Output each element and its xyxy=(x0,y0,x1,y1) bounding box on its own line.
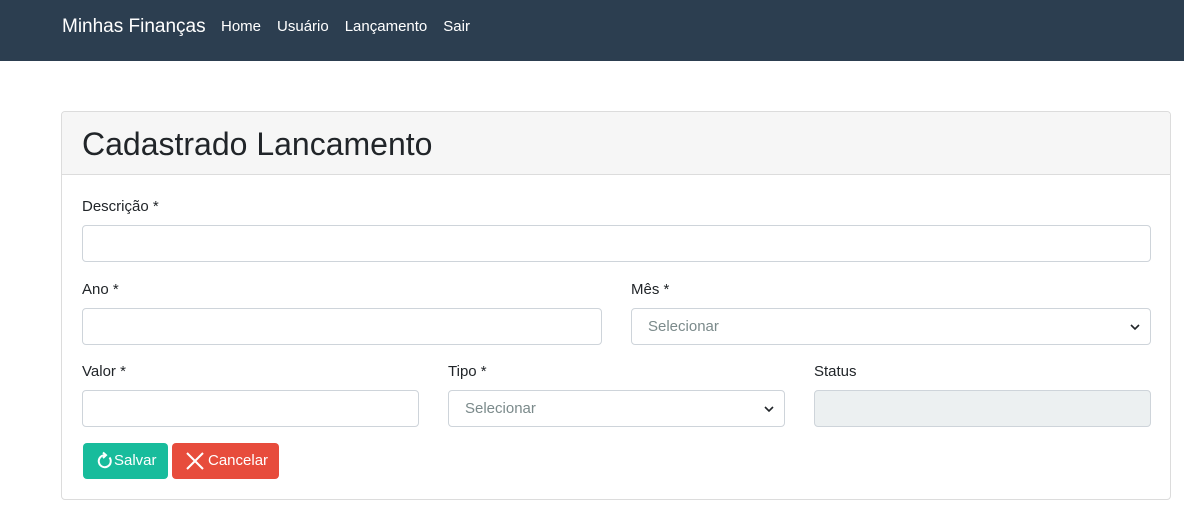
chevron-down-icon xyxy=(1130,324,1140,331)
brand-link[interactable]: Minhas Finanças xyxy=(62,15,206,39)
save-button-label: Salvar xyxy=(114,452,157,469)
ano-label: Ano * xyxy=(82,281,119,298)
save-button[interactable]: Salvar xyxy=(83,443,168,479)
nav-link-lancamento[interactable]: Lançamento xyxy=(345,17,428,37)
card-header: Cadastrado Lancamento xyxy=(62,112,1170,175)
nav-links: Home Usuário Lançamento Sair xyxy=(221,17,486,37)
nav-link-home[interactable]: Home xyxy=(221,17,261,37)
nav-link-usuario[interactable]: Usuário xyxy=(277,17,329,37)
status-label: Status xyxy=(814,363,857,380)
nav-link-sair[interactable]: Sair xyxy=(443,17,470,37)
descricao-label: Descrição * xyxy=(82,198,159,215)
tipo-select[interactable]: Selecionar xyxy=(448,390,785,427)
refresh-icon xyxy=(97,451,112,469)
close-icon xyxy=(186,452,204,470)
descricao-input[interactable] xyxy=(82,225,1151,262)
chevron-down-icon xyxy=(764,406,774,413)
tipo-selected-value: Selecionar xyxy=(465,400,536,417)
ano-input[interactable] xyxy=(82,308,602,345)
page-title: Cadastrado Lancamento xyxy=(82,126,433,162)
mes-label: Mês * xyxy=(631,281,670,298)
status-input xyxy=(814,390,1151,427)
form-card: Cadastrado Lancamento Descrição * Ano * … xyxy=(61,111,1171,500)
tipo-label: Tipo * xyxy=(448,363,487,380)
cancel-button-label: Cancelar xyxy=(208,452,269,469)
navbar: Minhas Finanças Home Usuário Lançamento … xyxy=(0,0,1184,61)
cancel-button[interactable]: Cancelar xyxy=(172,443,279,479)
valor-input[interactable] xyxy=(82,390,419,427)
mes-select[interactable]: Selecionar xyxy=(631,308,1151,345)
valor-label: Valor * xyxy=(82,363,126,380)
mes-selected-value: Selecionar xyxy=(648,318,719,335)
